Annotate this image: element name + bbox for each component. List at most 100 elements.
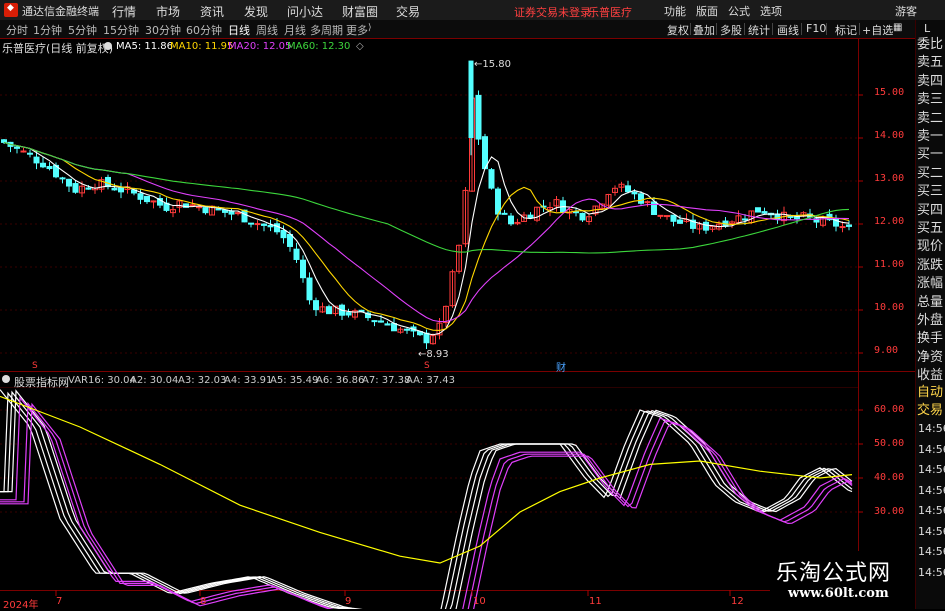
candle-body [254, 223, 261, 226]
add-watchlist-button[interactable]: +自选 [862, 22, 893, 38]
candle-body [774, 213, 781, 220]
ma10-legend: MA10: 11.95 [170, 41, 234, 52]
app-logo-icon [4, 3, 18, 17]
ma60-line [3, 141, 850, 254]
tab-weekly[interactable]: 周线 [256, 22, 278, 38]
overlay-button[interactable]: 叠加 [693, 22, 715, 38]
menu-discover[interactable]: 发现 [244, 3, 268, 20]
quote-label: 换手 [917, 331, 944, 347]
menu-layout[interactable]: 版面 [696, 3, 718, 19]
candle-body [508, 215, 514, 225]
tick-time: 14:56 [918, 483, 945, 497]
tab-1min[interactable]: 1分钟 [33, 22, 62, 38]
candle-body [345, 312, 352, 316]
candle-body [105, 176, 111, 188]
tab-30min[interactable]: 30分钟 [145, 22, 181, 38]
candle-body [40, 162, 46, 168]
indicator-a2: A2: 30.04 [130, 375, 179, 386]
ind-y-tick: 40.00 [874, 472, 905, 483]
candle-body [495, 188, 501, 215]
event-marker-left[interactable]: S [32, 361, 38, 371]
event-marker-mid[interactable]: S [424, 361, 430, 371]
menu-formula[interactable]: 公式 [728, 3, 750, 19]
candle-body [241, 209, 248, 223]
kline-chart[interactable] [0, 38, 915, 609]
user-label[interactable]: 游客 [895, 3, 917, 19]
menu-xiaoda[interactable]: 问小达 [287, 3, 323, 20]
indicator-a4: A4: 33.91 [224, 375, 273, 386]
indicator-line [0, 402, 853, 609]
tab-monthly[interactable]: 月线 [284, 22, 306, 38]
tab-15min[interactable]: 15分钟 [103, 22, 139, 38]
candle-body [313, 300, 319, 311]
y-tick: 9.00 [874, 345, 899, 356]
multi-stock-button[interactable]: 多股 [720, 22, 742, 38]
y-tick: 14.00 [874, 130, 905, 141]
indicator-settings-icon[interactable] [2, 375, 10, 383]
tab-multi-period[interactable]: 多周期 [310, 22, 343, 38]
menu-market[interactable]: 市场 [156, 3, 180, 20]
candle-body [423, 332, 430, 344]
candle-body [651, 201, 657, 216]
candle-body [66, 178, 72, 187]
tab-daily[interactable]: 日线 [228, 22, 250, 38]
restore-rights-button[interactable]: 复权 [667, 22, 689, 38]
x-label-nov: 11 [589, 596, 602, 607]
ind-y-tick: 30.00 [874, 506, 905, 517]
statistics-button[interactable]: 统计 [748, 22, 770, 38]
menu-trade[interactable]: 交易 [396, 3, 420, 20]
chart-area[interactable]: 乐普医疗(日线 前复权) MA5: 11.86 MA10: 11.95 MA20… [0, 38, 915, 611]
stock-title: 乐普医疗 [588, 6, 632, 19]
menu-function[interactable]: 功能 [664, 3, 686, 19]
x-label-oct: 10 [473, 596, 486, 607]
tab-more[interactable]: 更多 [346, 22, 368, 38]
low-price-label: ←8.93 [418, 349, 449, 360]
indicator-name: 股票指标网 [14, 376, 69, 389]
legend-expand-icon[interactable]: ◇ [356, 41, 364, 52]
indicator-line [0, 391, 853, 609]
quote-label: 卖三 [917, 92, 944, 108]
candle-body [573, 211, 579, 214]
indicator-line [0, 401, 853, 609]
menu-wealth[interactable]: 财富圈 [342, 3, 378, 20]
x-label-sep: 9 [345, 596, 352, 607]
draw-line-button[interactable]: 画线 [777, 22, 799, 38]
indicator-line [0, 389, 853, 609]
candle-body [657, 214, 664, 217]
trade-panel-label[interactable]: 自动 [917, 386, 945, 400]
login-warning[interactable]: 证券交易未登录 [514, 4, 591, 20]
menu-news[interactable]: 资讯 [200, 3, 224, 20]
f10-button[interactable]: F10 [806, 22, 826, 35]
layout-grid-icon[interactable]: ▦ [893, 22, 902, 33]
indicator-a7: A7: 37.38 [362, 375, 411, 386]
indicator-line [0, 389, 853, 609]
candle-body [326, 306, 332, 315]
mark-button[interactable]: 标记 [835, 22, 857, 38]
more-chevron-icon[interactable]: ⟩ [368, 23, 372, 33]
tab-60min[interactable]: 60分钟 [186, 22, 222, 38]
watermark-title: 乐淘公式网 [776, 561, 892, 586]
candle-body [1, 139, 7, 143]
menu-options[interactable]: 选项 [760, 3, 782, 19]
tick-time: 14:56 [918, 545, 945, 558]
quote-label: 净资 [917, 349, 944, 365]
candle-body [501, 212, 508, 215]
candle-body [111, 187, 118, 191]
quote-label: 买三 [917, 184, 944, 200]
tab-5min[interactable]: 5分钟 [68, 22, 97, 38]
collapse-left-icon[interactable]: L [924, 22, 930, 35]
candle-body [14, 146, 20, 149]
quote-label: 收益 [917, 368, 944, 384]
finance-marker[interactable]: 财 [556, 359, 566, 374]
indicator-line [0, 396, 853, 609]
quote-label: 卖一 [917, 129, 944, 144]
candle-body [579, 212, 586, 221]
tab-intraday[interactable]: 分时 [6, 22, 28, 38]
ind-y-tick: 50.00 [874, 438, 905, 449]
candle-body [85, 187, 92, 190]
trade-panel-label[interactable]: 交易 [917, 404, 945, 418]
candle-body [761, 211, 768, 214]
candle-body [670, 214, 677, 222]
menu-quotes[interactable]: 行情 [112, 3, 136, 20]
settings-dot-icon[interactable] [104, 42, 112, 50]
